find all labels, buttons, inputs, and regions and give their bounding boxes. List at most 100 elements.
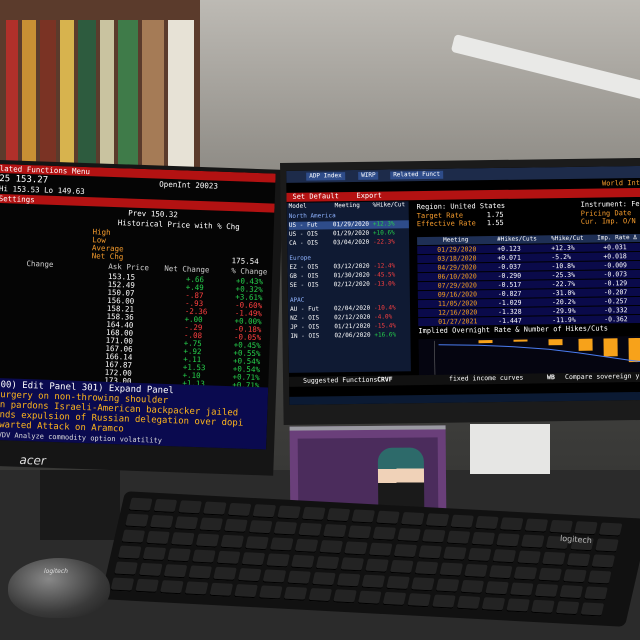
region-label[interactable]: Region: United States — [417, 202, 506, 211]
wirp-button[interactable]: WIRP — [358, 171, 379, 180]
keyboard-key[interactable] — [301, 506, 326, 521]
keyboard-key[interactable] — [538, 567, 562, 582]
keyboard-key[interactable] — [245, 536, 269, 551]
keyboard-key[interactable] — [262, 569, 287, 584]
model-row[interactable]: GB - OIS 01/30/2020 -45.5% — [290, 271, 410, 281]
keyboard-key[interactable] — [311, 571, 336, 587]
keyboard-key[interactable] — [326, 508, 351, 523]
keyboard-key[interactable] — [376, 510, 400, 525]
keyboard-key[interactable] — [319, 540, 344, 555]
keyboard-key[interactable] — [290, 554, 315, 569]
keyboard-key[interactable] — [142, 546, 167, 561]
keyboard-key[interactable] — [220, 534, 245, 549]
keyboard-key[interactable] — [555, 601, 580, 616]
keyboard-key[interactable] — [258, 585, 283, 600]
keyboard-key[interactable] — [340, 557, 365, 572]
keyboard-key[interactable] — [153, 498, 178, 514]
keyboard-key[interactable] — [435, 578, 460, 593]
keyboard-key[interactable] — [485, 581, 509, 596]
keyboard-key[interactable] — [191, 549, 216, 564]
keyboard-key[interactable] — [336, 573, 361, 588]
keyboard-key[interactable] — [174, 516, 199, 531]
keyboard-key[interactable] — [517, 550, 541, 565]
keyboard-key[interactable] — [509, 582, 534, 597]
keyboard-key[interactable] — [283, 586, 308, 601]
keyboard-key[interactable] — [432, 594, 456, 609]
export-button[interactable]: Export — [356, 192, 381, 201]
keyboard-key[interactable] — [117, 545, 142, 560]
keyboard-key[interactable] — [456, 595, 481, 610]
keyboard-key[interactable] — [121, 529, 146, 544]
keyboard-key[interactable] — [595, 538, 619, 553]
keyboard-key[interactable] — [481, 597, 506, 612]
keyboard-key[interactable] — [418, 545, 442, 560]
adp-index-button[interactable]: ADP Index — [306, 172, 345, 181]
keyboard-key[interactable] — [333, 589, 357, 604]
keyboard-key[interactable] — [351, 509, 376, 524]
keyboard-key[interactable] — [252, 504, 277, 519]
keyboard-key[interactable] — [368, 542, 393, 557]
keyboard-key[interactable] — [372, 526, 397, 541]
keyboard-key[interactable] — [308, 587, 333, 603]
related-funct-button[interactable]: Related Funct — [390, 170, 444, 180]
mouse[interactable]: logitech — [8, 558, 110, 618]
keyboard-key[interactable] — [146, 530, 170, 545]
keyboard-key[interactable] — [138, 562, 163, 577]
keyboard-key[interactable] — [591, 554, 616, 569]
keyboard-key[interactable] — [382, 591, 407, 606]
keyboard-key[interactable] — [386, 575, 410, 591]
keyboard-key[interactable] — [499, 517, 524, 532]
compare-link[interactable]: Compare sovereign y — [565, 372, 639, 381]
keyboard-key[interactable] — [202, 501, 227, 516]
keyboard-key[interactable] — [587, 570, 612, 585]
keyboard-key[interactable] — [562, 569, 587, 584]
keyboard-key[interactable] — [178, 500, 202, 515]
keyboard-key[interactable] — [520, 534, 545, 549]
keyboard-key[interactable] — [287, 570, 311, 585]
keyboard-key[interactable] — [460, 579, 485, 594]
keyboard-key[interactable] — [159, 580, 184, 595]
keyboard-key[interactable] — [450, 514, 475, 529]
keyboard-key[interactable] — [234, 584, 258, 599]
keyboard-key[interactable] — [195, 533, 220, 548]
keyboard-key[interactable] — [365, 558, 389, 573]
model-row[interactable]: SE - OIS 02/12/2020 -13.0% — [290, 280, 410, 290]
fixed-income-link[interactable]: fixed income curves — [449, 374, 523, 383]
keyboard-key[interactable] — [347, 525, 372, 540]
keyboard-key[interactable] — [277, 505, 301, 520]
keyboard-key[interactable] — [125, 513, 149, 528]
wb-link[interactable]: WB — [547, 373, 555, 381]
keyboard-key[interactable] — [216, 550, 241, 565]
keyboard-key[interactable] — [566, 553, 591, 568]
model-row[interactable]: US - OIS 01/29/2020 +10.6% — [289, 229, 409, 239]
model-row[interactable]: NZ - OIS 02/12/2020 -4.0% — [290, 313, 410, 323]
keyboard-key[interactable] — [128, 497, 153, 512]
keyboard-key[interactable] — [410, 577, 435, 592]
keyboard-key[interactable] — [188, 565, 213, 580]
set-default-button[interactable]: Set Default — [292, 192, 338, 202]
keyboard-key[interactable] — [213, 566, 237, 581]
keyboard-key[interactable] — [393, 543, 418, 559]
keyboard-key[interactable] — [294, 538, 319, 553]
keyboard-key[interactable] — [224, 518, 248, 533]
keyboard-key[interactable] — [534, 583, 559, 598]
model-row[interactable]: IN - OIS 02/06/2020 +16.6% — [290, 331, 410, 341]
model-row[interactable]: CA - OIS 03/04/2020 -22.3% — [289, 238, 409, 248]
keyboard-key[interactable] — [414, 561, 439, 576]
model-row[interactable]: EZ - OIS 03/12/2020 -12.4% — [289, 262, 409, 272]
keyboard-key[interactable] — [580, 602, 605, 617]
keyboard-key[interactable] — [241, 552, 266, 567]
keyboard-key[interactable] — [530, 599, 555, 614]
model-row[interactable]: AU - Fut 02/04/2020 -10.4% — [290, 304, 410, 314]
keyboard-key[interactable] — [357, 590, 382, 605]
keyboard-key[interactable] — [496, 533, 520, 548]
keyboard-key[interactable] — [407, 593, 432, 608]
keyboard-key[interactable] — [524, 518, 549, 533]
keyboard-key[interactable] — [598, 522, 623, 537]
keyboard-key[interactable] — [442, 546, 467, 561]
keyboard-key[interactable] — [344, 541, 368, 556]
keyboard-key[interactable] — [475, 515, 499, 531]
keyboard-key[interactable] — [114, 561, 138, 576]
keyboard-key[interactable] — [298, 522, 322, 537]
keyboard-key[interactable] — [110, 577, 135, 592]
